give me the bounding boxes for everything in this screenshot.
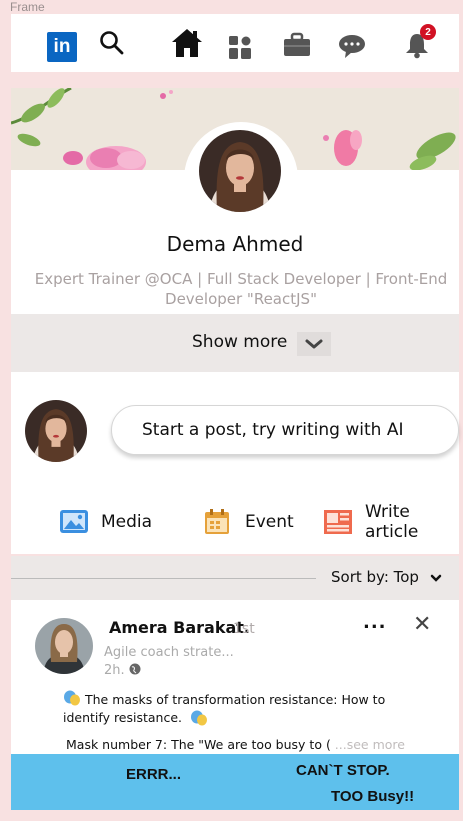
post-time: 2h. — [104, 663, 141, 678]
post-author-subtitle: Agile coach strate... — [104, 645, 234, 660]
close-icon[interactable]: ✕ — [413, 612, 431, 637]
theater-masks-icon — [64, 690, 80, 706]
post-time-label: 2h. — [104, 663, 125, 678]
frame-label: Frame — [10, 0, 45, 14]
media-icon — [59, 508, 89, 536]
write-article-label: Write article — [365, 502, 419, 542]
media-label: Media — [101, 512, 153, 532]
event-label: Event — [245, 512, 294, 532]
sort-label: Sort by: Top — [331, 568, 419, 586]
post-text-2: Mask number 7: The "We are too busy to ( — [66, 737, 331, 752]
chevron-down-icon[interactable] — [297, 332, 331, 356]
bottom-banner: ERRR... CAN`T STOP. TOO Busy!! — [11, 754, 459, 810]
show-more-bar[interactable]: Show more — [11, 314, 459, 372]
jobs-icon[interactable] — [282, 30, 312, 60]
connection-degree: 1st — [233, 621, 255, 637]
event-icon — [203, 508, 233, 536]
bottom-text-1: ERRR... — [126, 766, 182, 783]
divider — [11, 578, 316, 579]
compose-card: Start a post, try writing with AI Media … — [11, 372, 459, 554]
media-button[interactable]: Media — [59, 507, 152, 537]
globe-icon — [129, 663, 141, 675]
theater-masks-icon — [191, 710, 208, 726]
feed-post: Amera Barakat. 1st Agile coach strate...… — [11, 600, 459, 754]
chevron-down-icon — [430, 574, 441, 582]
notifications-icon[interactable]: 2 — [402, 24, 436, 60]
see-more-link[interactable]: ...see more — [331, 737, 405, 752]
write-article-button[interactable]: Write article — [323, 502, 459, 542]
show-more-label[interactable]: Show more — [192, 332, 287, 352]
article-icon — [323, 508, 353, 536]
post-body-line-2: Mask number 7: The "We are too busy to (… — [66, 737, 405, 752]
messaging-icon[interactable] — [337, 31, 367, 61]
notification-badge: 2 — [420, 24, 436, 40]
search-icon[interactable] — [97, 28, 127, 58]
post-author-name[interactable]: Amera Barakat. — [109, 618, 250, 637]
post-author-avatar[interactable] — [35, 618, 93, 674]
post-text-1: The masks of transformation resistance: … — [63, 692, 386, 725]
bottom-text-2: CAN`T STOP. — [296, 762, 390, 779]
start-post-input[interactable]: Start a post, try writing with AI — [111, 405, 459, 455]
home-icon[interactable] — [170, 26, 204, 60]
profile-name: Dema Ahmed — [166, 232, 304, 256]
sort-dropdown[interactable]: Sort by: Top — [331, 568, 442, 586]
profile-headline: Expert Trainer @OCA | Full Stack Develop… — [34, 270, 448, 308]
top-nav: in 2 — [11, 14, 459, 72]
bottom-text-3: TOO Busy!! — [331, 788, 415, 805]
post-body-line-1: The masks of transformation resistance: … — [63, 690, 403, 727]
more-options-icon[interactable]: ... — [363, 612, 387, 633]
linkedin-logo[interactable]: in — [47, 32, 77, 62]
event-button[interactable]: Event — [203, 507, 294, 537]
network-icon[interactable] — [225, 32, 255, 62]
sort-bar: Sort by: Top — [11, 556, 459, 600]
composer-avatar[interactable] — [25, 400, 87, 462]
profile-avatar[interactable] — [199, 130, 281, 212]
